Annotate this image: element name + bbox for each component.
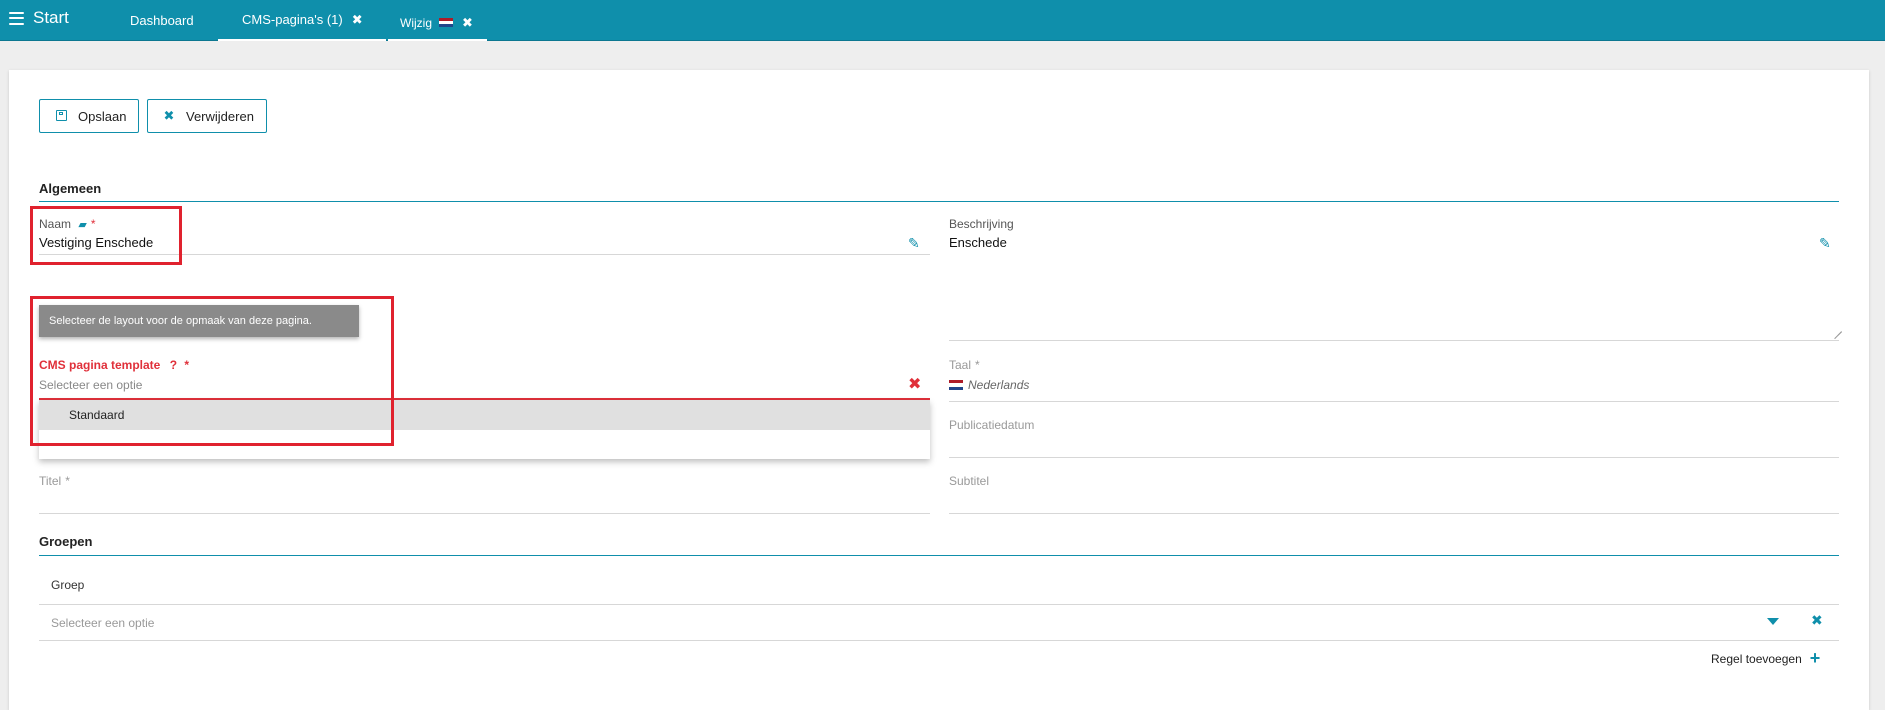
edit-form-card: Opslaan ✖ Verwijderen Algemeen Naam ▰ * V… [9, 70, 1869, 710]
plus-icon: + [1809, 648, 1821, 668]
highlight-box-template [30, 296, 394, 446]
add-row-button[interactable]: Regel toevoegen + [1711, 648, 1820, 669]
tab-edit[interactable]: Wijzig ✖ [388, 0, 487, 41]
subtitle-label: Subtitel [949, 474, 990, 488]
tab-label: Wijzig [400, 15, 432, 30]
highlight-box-name [30, 206, 182, 265]
publication-date-input[interactable] [949, 457, 1839, 458]
tab-label: CMS-pagina's (1) [242, 12, 343, 27]
start-label: Start [33, 8, 69, 27]
dutch-flag-icon [949, 380, 963, 390]
close-icon[interactable]: ✖ [352, 12, 363, 28]
tab-dashboard[interactable]: Dashboard [130, 0, 194, 41]
tab-label: Dashboard [130, 13, 194, 28]
save-button-label: Opslaan [78, 108, 127, 124]
section-divider [39, 555, 1839, 556]
publication-date-label: Publicatiedatum [949, 418, 1035, 432]
title-label: Titel * [39, 474, 70, 488]
section-title-general: Algemeen [39, 181, 102, 196]
description-textarea[interactable]: Enschede [949, 235, 1007, 250]
save-button[interactable]: Opslaan [39, 99, 139, 133]
main-menu-button[interactable]: Start [9, 8, 69, 28]
description-label: Beschrijving [949, 217, 1014, 231]
group-select-input[interactable]: Selecteer een optie [51, 616, 154, 630]
table-divider [39, 604, 1839, 605]
add-row-label: Regel toevoegen [1711, 651, 1802, 666]
dutch-flag-icon [439, 17, 453, 28]
subtitle-input[interactable] [949, 513, 1839, 514]
title-input[interactable] [39, 513, 930, 514]
top-navigation-bar: Start Dashboard CMS-pagina's (1) ✖ Wijzi… [0, 0, 1885, 41]
delete-x-icon: ✖ [163, 108, 175, 123]
table-divider [39, 640, 1839, 641]
floppy-disk-icon [54, 109, 68, 124]
clear-selection-icon[interactable]: ✖ [908, 374, 921, 394]
textarea-resize-handle[interactable] [1834, 324, 1842, 332]
close-icon[interactable]: ✖ [462, 15, 473, 31]
section-title-groups: Groepen [39, 534, 93, 549]
language-underline [949, 401, 1839, 402]
delete-button-label: Verwijderen [186, 108, 254, 124]
pencil-icon[interactable]: ✎ [1819, 235, 1831, 252]
language-select[interactable]: Nederlands [949, 378, 1029, 392]
remove-row-icon[interactable]: ✖ [1811, 612, 1823, 629]
hamburger-icon [9, 11, 24, 25]
pencil-icon[interactable]: ✎ [908, 235, 920, 252]
section-divider [39, 201, 1839, 202]
tab-cms-pages[interactable]: CMS-pagina's (1) ✖ [218, 0, 386, 41]
chevron-down-icon[interactable] [1767, 618, 1779, 625]
delete-button[interactable]: ✖ Verwijderen [147, 99, 267, 133]
language-label: Taal * [949, 358, 980, 372]
description-underline [949, 340, 1839, 341]
group-column-header: Groep [51, 578, 85, 592]
